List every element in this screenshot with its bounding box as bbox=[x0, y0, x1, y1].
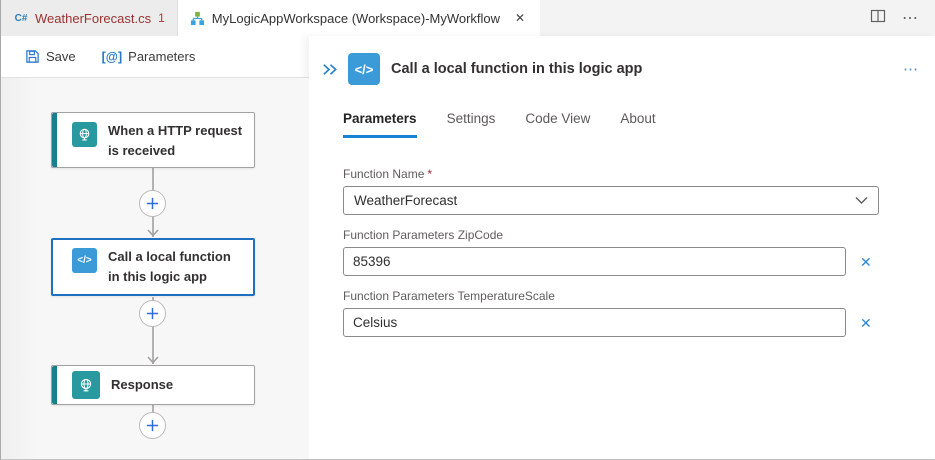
trigger-accent-bar bbox=[52, 113, 57, 167]
save-icon bbox=[25, 49, 40, 64]
tab-problem-badge: 1 bbox=[158, 11, 165, 25]
parameters-form: Function Name* WeatherForecast Function … bbox=[343, 154, 935, 337]
panel-tabs: Parameters Settings Code View About bbox=[343, 111, 935, 138]
panel-header: </> Call a local function in this logic … bbox=[309, 36, 935, 85]
insert-step-button[interactable] bbox=[139, 300, 166, 327]
node-title: Response bbox=[111, 375, 173, 395]
workflow-icon bbox=[190, 10, 206, 26]
tab-parameters[interactable]: Parameters bbox=[343, 111, 417, 138]
clear-temperaturescale-icon[interactable]: ✕ bbox=[860, 316, 872, 330]
arrow-down-icon bbox=[147, 229, 159, 237]
http-request-trigger-icon bbox=[72, 122, 97, 147]
editor-main: Save [@] Parameters bbox=[1, 36, 935, 459]
parameters-label: Parameters bbox=[128, 49, 195, 64]
arrow-down-icon bbox=[147, 356, 159, 364]
function-name-label: Function Name* bbox=[343, 167, 935, 181]
zipcode-label: Function Parameters ZipCode bbox=[343, 228, 935, 242]
tab-bar-spacer bbox=[540, 0, 854, 36]
node-call-local-function[interactable]: </> Call a local function in this logic … bbox=[51, 238, 255, 296]
workflow-canvas[interactable]: When a HTTP request is received </> Call… bbox=[1, 78, 309, 459]
editor-actions: ⋯ bbox=[854, 0, 935, 36]
plus-icon bbox=[145, 196, 160, 211]
node-when-http-request-received[interactable]: When a HTTP request is received bbox=[51, 112, 255, 168]
clear-zipcode-icon[interactable]: ✕ bbox=[860, 255, 872, 269]
csharp-file-icon: C# bbox=[13, 10, 29, 26]
designer-toolbar: Save [@] Parameters bbox=[1, 36, 309, 78]
plus-icon bbox=[145, 418, 160, 433]
temperaturescale-label: Function Parameters TemperatureScale bbox=[343, 289, 935, 303]
parameters-button[interactable]: [@] Parameters bbox=[102, 49, 196, 64]
insert-step-button[interactable] bbox=[139, 190, 166, 217]
node-response[interactable]: Response bbox=[51, 365, 255, 405]
node-title: Call a local function in this logic app bbox=[108, 247, 244, 287]
local-function-icon: </> bbox=[348, 53, 380, 85]
close-tab-icon[interactable]: ✕ bbox=[512, 10, 528, 26]
more-actions-icon[interactable]: ⋯ bbox=[902, 8, 919, 28]
vscode-window: C# WeatherForecast.cs 1 MyLogicAppWorksp… bbox=[0, 0, 935, 460]
panel-more-icon[interactable]: ⋯ bbox=[903, 60, 919, 78]
operation-details-panel: </> Call a local function in this logic … bbox=[309, 36, 935, 459]
save-button[interactable]: Save bbox=[25, 49, 76, 64]
collapse-panel-icon[interactable] bbox=[316, 56, 342, 82]
save-label: Save bbox=[46, 49, 76, 64]
node-title: When a HTTP request is received bbox=[108, 121, 244, 161]
zipcode-input[interactable] bbox=[343, 247, 846, 276]
panel-title: Call a local function in this logic app bbox=[391, 61, 903, 77]
chevron-down-icon bbox=[855, 196, 868, 205]
tab-label: MyLogicAppWorkspace (Workspace)-MyWorkfl… bbox=[212, 11, 500, 26]
insert-step-button[interactable] bbox=[139, 412, 166, 439]
function-name-value: WeatherForecast bbox=[354, 193, 855, 208]
designer-left-pane: Save [@] Parameters bbox=[1, 36, 309, 459]
function-name-dropdown[interactable]: WeatherForecast bbox=[343, 186, 879, 215]
parameters-icon: [@] bbox=[102, 50, 123, 64]
plus-icon bbox=[145, 306, 160, 321]
required-asterisk: * bbox=[427, 167, 432, 181]
tab-code-view[interactable]: Code View bbox=[525, 111, 590, 138]
editor-tab-bar: C# WeatherForecast.cs 1 MyLogicAppWorksp… bbox=[1, 0, 935, 36]
response-icon bbox=[72, 371, 100, 399]
tab-label: WeatherForecast.cs bbox=[35, 11, 151, 26]
tab-about[interactable]: About bbox=[620, 111, 655, 138]
tab-settings[interactable]: Settings bbox=[447, 111, 496, 138]
split-editor-icon[interactable] bbox=[870, 8, 886, 29]
tab-weatherforecast-cs[interactable]: C# WeatherForecast.cs 1 bbox=[1, 0, 178, 36]
tab-myworkflow[interactable]: MyLogicAppWorkspace (Workspace)-MyWorkfl… bbox=[178, 0, 540, 36]
local-function-icon: </> bbox=[72, 248, 97, 273]
temperaturescale-input[interactable] bbox=[343, 308, 846, 337]
action-accent-bar bbox=[52, 366, 57, 404]
